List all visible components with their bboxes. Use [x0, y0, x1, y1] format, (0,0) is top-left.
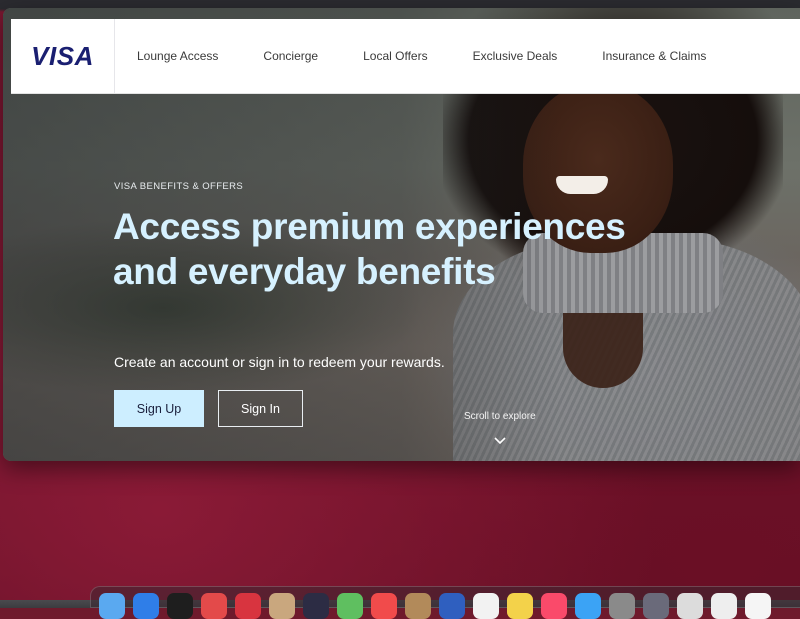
- top-navigation: VISA Lounge Access Concierge Local Offer…: [11, 19, 800, 94]
- macos-dock: [90, 586, 800, 619]
- notes-brown-icon[interactable]: [405, 593, 431, 619]
- chevron-down-icon[interactable]: [493, 436, 507, 446]
- hero-subtext: Create an account or sign in to redeem y…: [114, 354, 445, 370]
- calendar-icon[interactable]: [371, 593, 397, 619]
- nav-item-insurance-claims[interactable]: Insurance & Claims: [602, 49, 706, 63]
- maps-icon[interactable]: [337, 593, 363, 619]
- settings-icon[interactable]: [609, 593, 635, 619]
- finder-icon[interactable]: [99, 593, 125, 619]
- appstore-icon[interactable]: [575, 593, 601, 619]
- app-blue-icon[interactable]: [439, 593, 465, 619]
- nav-item-concierge[interactable]: Concierge: [263, 49, 318, 63]
- nav-item-lounge-access[interactable]: Lounge Access: [137, 49, 218, 63]
- nav-item-local-offers[interactable]: Local Offers: [363, 49, 427, 63]
- document-icon[interactable]: [745, 593, 771, 619]
- app-dark-icon[interactable]: [303, 593, 329, 619]
- app-red2-icon[interactable]: [235, 593, 261, 619]
- notes-icon[interactable]: [507, 593, 533, 619]
- hero-headline: Access premium experiences and everyday …: [113, 206, 626, 292]
- nav-item-exclusive-deals[interactable]: Exclusive Deals: [473, 49, 558, 63]
- contacts-icon[interactable]: [269, 593, 295, 619]
- logo-container[interactable]: VISA: [11, 19, 115, 93]
- music-icon[interactable]: [541, 593, 567, 619]
- scroll-to-explore-label[interactable]: Scroll to explore: [464, 411, 536, 422]
- reminders-icon[interactable]: [473, 593, 499, 619]
- sign-in-button[interactable]: Sign In: [218, 390, 303, 427]
- visa-logo[interactable]: VISA: [31, 41, 94, 72]
- safari-icon[interactable]: [133, 593, 159, 619]
- preview-icon[interactable]: [677, 593, 703, 619]
- sign-up-button[interactable]: Sign Up: [114, 390, 204, 427]
- app-red-icon[interactable]: [201, 593, 227, 619]
- nav-menu: Lounge Access Concierge Local Offers Exc…: [115, 49, 751, 63]
- app-gray-icon[interactable]: [643, 593, 669, 619]
- app-white-icon[interactable]: [711, 593, 737, 619]
- terminal-icon[interactable]: [167, 593, 193, 619]
- hero-eyebrow: VISA BENEFITS & OFFERS: [114, 181, 244, 192]
